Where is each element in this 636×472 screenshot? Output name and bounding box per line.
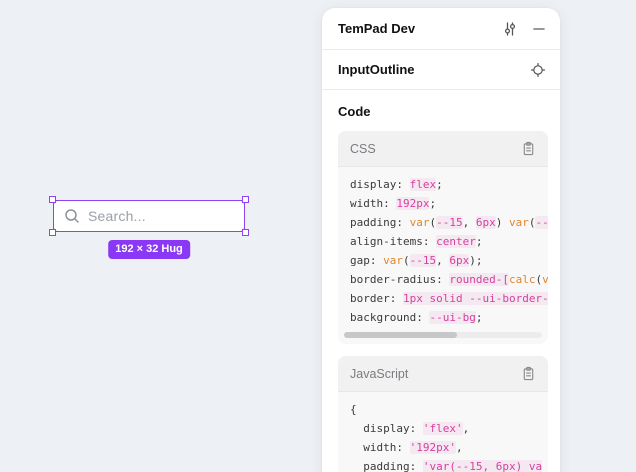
css-label: CSS xyxy=(350,142,521,156)
minimize-icon[interactable] xyxy=(532,22,546,36)
javascript-code-block: JavaScript { display: 'flex', width: '19… xyxy=(338,356,548,472)
locate-crosshair-icon[interactable] xyxy=(530,62,546,78)
search-placeholder-text: Search... xyxy=(88,208,146,224)
settings-sliders-icon[interactable] xyxy=(502,21,518,37)
selection-handle-bottom-left[interactable] xyxy=(49,229,56,236)
copy-clipboard-icon[interactable] xyxy=(521,366,536,381)
javascript-label: JavaScript xyxy=(350,367,521,381)
selected-node-row: InputOutline xyxy=(322,50,560,90)
copy-clipboard-icon[interactable] xyxy=(521,141,536,156)
selected-component-input-outline[interactable]: Search... 192 × 32 Hug xyxy=(53,200,245,232)
selection-handle-bottom-right[interactable] xyxy=(242,229,249,236)
horizontal-scrollbar[interactable] xyxy=(344,332,542,338)
scrollbar-thumb[interactable] xyxy=(344,332,457,338)
size-badge: 192 × 32 Hug xyxy=(108,240,190,259)
selection-handle-top-left[interactable] xyxy=(49,196,56,203)
css-block-header: CSS xyxy=(338,131,548,167)
tempad-dev-plugin-panel: TemPad Dev InputOutline xyxy=(322,8,560,472)
plugin-title: TemPad Dev xyxy=(338,21,502,36)
css-code-text[interactable]: display: flex;width: 192px;padding: var(… xyxy=(338,167,548,329)
code-section-label: Code xyxy=(322,90,560,119)
search-icon xyxy=(64,208,80,224)
javascript-code-text[interactable]: { display: 'flex', width: '192px', paddi… xyxy=(338,392,548,472)
plugin-header: TemPad Dev xyxy=(322,8,560,50)
search-input-design-object[interactable]: Search... xyxy=(53,200,245,232)
javascript-block-header: JavaScript xyxy=(338,356,548,392)
selection-handle-top-right[interactable] xyxy=(242,196,249,203)
css-code-block: CSS display: flex;width: 192px;padding: … xyxy=(338,131,548,344)
selected-node-name: InputOutline xyxy=(338,62,530,77)
